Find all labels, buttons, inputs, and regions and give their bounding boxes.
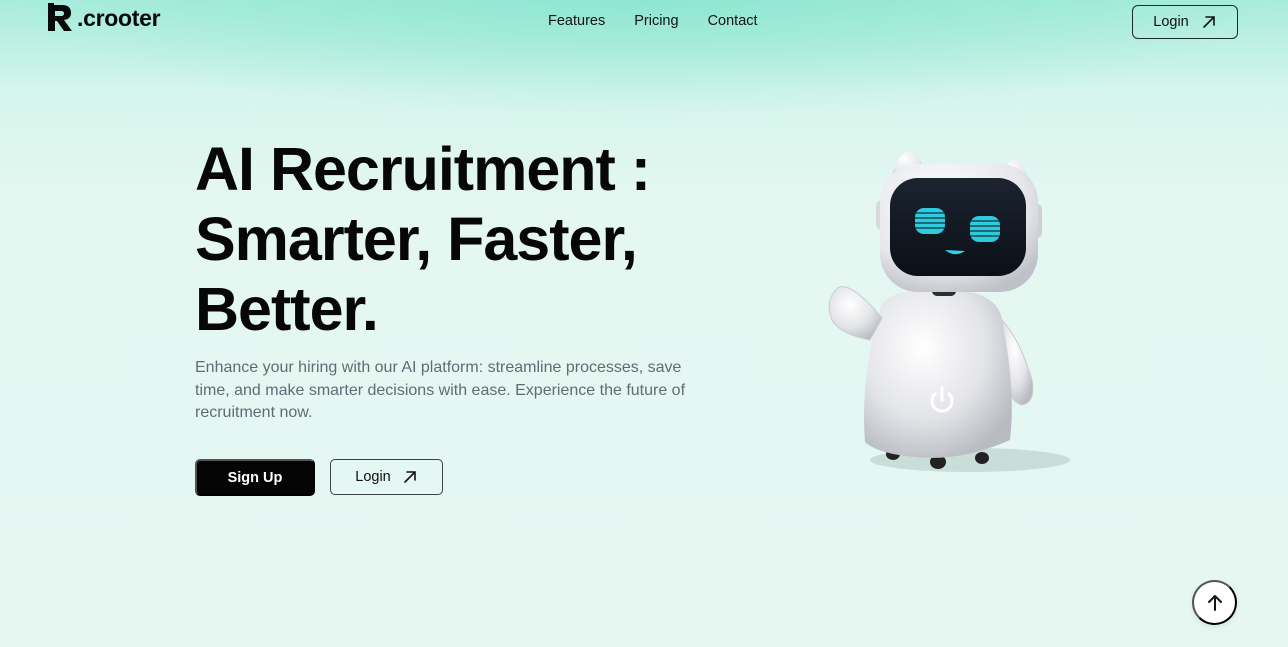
header-login-button[interactable]: Login bbox=[1132, 5, 1238, 39]
hero-title-line: Better. bbox=[195, 275, 379, 343]
main-nav: Features Pricing Contact bbox=[548, 13, 758, 29]
header-login-label: Login bbox=[1153, 14, 1189, 30]
hero-title-line: AI Recruitment : bbox=[195, 135, 651, 203]
scroll-to-top-button[interactable] bbox=[1192, 580, 1237, 625]
nav-item-contact[interactable]: Contact bbox=[708, 13, 758, 29]
nav-item-pricing[interactable]: Pricing bbox=[634, 13, 678, 29]
hero-login-label: Login bbox=[355, 469, 391, 485]
hero-title-line: Smarter, Faster, bbox=[195, 205, 638, 273]
arrow-up-right-icon bbox=[403, 471, 416, 483]
nav-item-features[interactable]: Features bbox=[548, 13, 605, 29]
brand-logo[interactable]: .crooter bbox=[47, 2, 161, 34]
hero-title: AI Recruitment : Smarter, Faster, Better… bbox=[195, 134, 755, 344]
arrow-up-right-icon bbox=[1202, 16, 1215, 28]
r-logo-mark-icon bbox=[48, 3, 72, 31]
hero-login-button[interactable]: Login bbox=[330, 459, 443, 495]
signup-button[interactable]: Sign Up bbox=[195, 459, 315, 496]
signup-label: Sign Up bbox=[227, 469, 283, 486]
robot-illustration bbox=[828, 151, 1070, 472]
brand-name: .crooter bbox=[77, 4, 161, 31]
arrow-up-icon bbox=[1207, 594, 1222, 611]
hero-description: Enhance your hiring with our AI platform… bbox=[195, 359, 686, 421]
